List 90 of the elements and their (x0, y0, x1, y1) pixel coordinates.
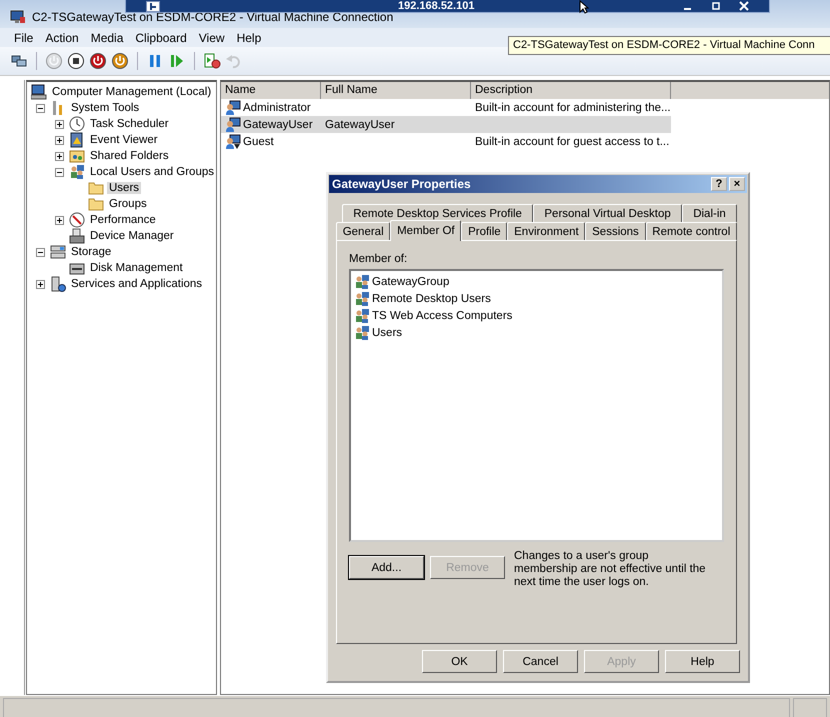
tooltip: C2-TSGatewayTest on ESDM-CORE2 - Virtual Machine Conn (508, 36, 830, 55)
tab[interactable]: Dial-in (682, 204, 737, 222)
status-bar-pane (793, 698, 827, 717)
dialog-title: GatewayUser Properties (332, 177, 471, 191)
column-header[interactable]: Description (471, 82, 671, 99)
full-name: GatewayUser (325, 118, 395, 130)
user-icon (225, 116, 241, 132)
user-icon (225, 100, 241, 116)
clock-icon (69, 116, 85, 132)
group-name[interactable]: Users (372, 326, 402, 338)
list-row[interactable]: Administrator Built-in account for administering the... (221, 99, 671, 116)
tree-item[interactable]: Computer Management (Local) (50, 86, 214, 98)
user-name: GatewayUser (243, 118, 313, 130)
power-icon[interactable] (89, 52, 107, 70)
menu-item[interactable]: Media (84, 30, 130, 44)
help-button[interactable]: ? (711, 177, 727, 191)
tree-item[interactable]: Disk Management (88, 262, 185, 274)
user-name: Guest (243, 136, 274, 148)
tree-item[interactable]: Shared Folders (88, 150, 171, 162)
group-icon (354, 308, 370, 324)
tree-item[interactable]: Groups (107, 198, 149, 210)
dialog-button[interactable]: Cancel (503, 650, 578, 673)
description: Built-in account for guest access to t... (475, 136, 670, 148)
group-icon (354, 324, 370, 340)
tab[interactable]: Environment (507, 222, 586, 240)
folder-icon (88, 180, 104, 196)
tree-item[interactable]: Local Users and Groups (88, 166, 216, 178)
window-title: C2-TSGatewayTest on ESDM-CORE2 - Virtual Machine Connection (32, 10, 394, 24)
tree-item[interactable]: Task Scheduler (88, 118, 171, 130)
tree-item[interactable]: Services and Applications (69, 278, 204, 290)
monitor-icon (10, 10, 26, 24)
expand-toggle[interactable] (55, 168, 64, 176)
power-icon[interactable] (111, 52, 129, 70)
tab[interactable]: Remote control (646, 222, 737, 240)
group-icon (354, 290, 370, 306)
tree-item[interactable]: Performance (88, 214, 158, 226)
tab[interactable]: Personal Virtual Desktop (533, 204, 682, 222)
menu-item[interactable]: View (192, 30, 231, 44)
member-of-label: Member of: (349, 253, 408, 265)
tab[interactable]: Sessions (585, 222, 646, 240)
group-name[interactable]: TS Web Access Computers (372, 310, 512, 322)
user-name: Administrator (243, 102, 311, 114)
server-icon (50, 276, 66, 292)
list-row[interactable]: Guest Built-in account for guest access to t... (221, 133, 671, 150)
folder-icon (88, 196, 104, 212)
close-icon[interactable] (739, 1, 749, 11)
dialog-button[interactable]: Help (665, 650, 740, 673)
pin-icon[interactable] (146, 0, 160, 12)
tree-item[interactable]: Event Viewer (88, 134, 160, 146)
tab[interactable]: Profile (461, 222, 508, 240)
menu-item[interactable]: Clipboard (129, 30, 193, 44)
description: Built-in account for administering the... (475, 102, 671, 114)
users-icon (69, 164, 85, 180)
menu-item[interactable]: File (8, 30, 40, 44)
expand-toggle[interactable] (55, 136, 64, 144)
expand-toggle[interactable] (55, 216, 64, 224)
shared-folder-icon (69, 148, 85, 164)
membership-note: Changes to a user's group membership are not effective until the next time the user logs on. (514, 550, 707, 589)
expand-toggle[interactable] (36, 104, 45, 112)
cursor-icon (579, 0, 590, 14)
column-header[interactable]: Full Name (321, 82, 471, 99)
expand-toggle[interactable] (55, 120, 64, 128)
tab[interactable]: Remote Desktop Services Profile (342, 204, 534, 222)
group-name[interactable]: Remote Desktop Users (372, 292, 491, 304)
expand-toggle[interactable] (36, 280, 45, 288)
stop-icon[interactable] (67, 52, 85, 70)
add-button[interactable]: Add... (349, 556, 424, 579)
expand-toggle[interactable] (55, 152, 64, 160)
tree-item[interactable]: Storage (69, 246, 114, 258)
guest-user-icon (225, 134, 241, 150)
tab[interactable]: Member Of (390, 220, 462, 241)
tab[interactable]: General (336, 222, 390, 240)
tree-item[interactable]: Users (107, 182, 142, 194)
computer-icon (31, 84, 47, 100)
storage-icon (50, 244, 66, 260)
checkpoint-icon[interactable] (203, 52, 221, 70)
menu-item[interactable]: Action (39, 30, 85, 44)
close-button[interactable]: × (729, 177, 745, 191)
menu-item[interactable]: Help (230, 30, 268, 44)
host-address: 192.168.52.101 (398, 0, 474, 12)
tree-item[interactable]: System Tools (69, 102, 142, 114)
tree-item[interactable]: Device Manager (88, 230, 176, 242)
device-icon (69, 228, 85, 244)
group-name[interactable]: GatewayGroup (372, 276, 450, 288)
dialog-button[interactable]: OK (422, 650, 497, 673)
column-header[interactable]: Name (221, 82, 321, 99)
group-icon (354, 274, 370, 290)
expand-toggle[interactable] (36, 248, 45, 256)
restore-icon[interactable] (711, 1, 721, 11)
list-row[interactable]: GatewayUser GatewayUser (221, 116, 671, 133)
